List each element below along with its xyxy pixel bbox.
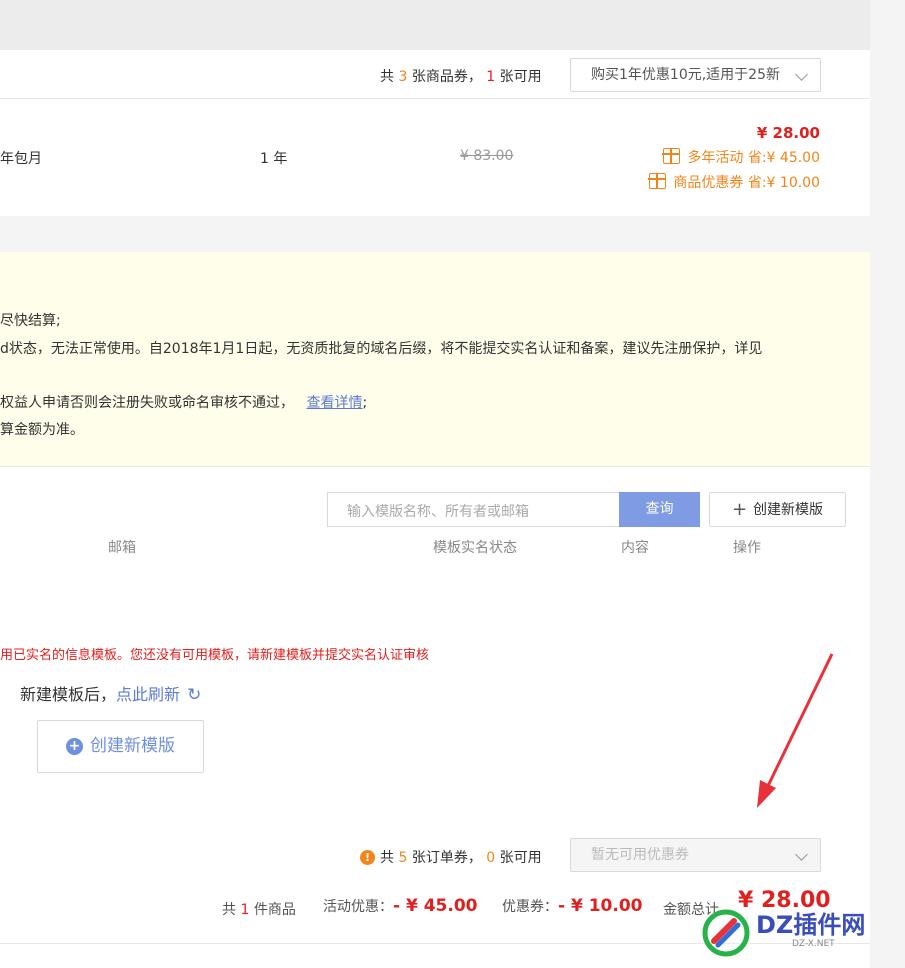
items-suffix: 件商品	[253, 902, 296, 918]
notice-line-3: 权益人申请否则会注册失败或命名审核不通过， 查看详情;	[0, 392, 367, 412]
coupon-mid: 张商品券，	[411, 69, 482, 85]
watermark-logo: DZ插件网 DZ-X.NET	[700, 903, 890, 963]
product-coupon-summary: 共 3 张商品券， 1 张可用	[380, 66, 542, 86]
plus-icon: +	[731, 499, 748, 520]
order-coupon-suffix: 张可用	[499, 850, 542, 866]
gift-icon	[662, 148, 681, 164]
coupon-discount: 商品优惠券 省:¥ 10.00	[648, 172, 820, 192]
view-details-link[interactable]: 查看详情	[306, 395, 362, 411]
coupon-value: - ¥ 10.00	[558, 896, 643, 916]
order-coupon-count: 5	[398, 850, 408, 866]
chevron-down-icon	[795, 68, 808, 81]
order-coupon-prefix: 共	[380, 850, 394, 866]
coupon-suffix: 张可用	[499, 69, 542, 85]
red-arrow-annotation	[757, 653, 834, 808]
product-original-price: ¥ 83.00	[460, 148, 514, 164]
coupon-label: 优惠券：	[502, 899, 558, 915]
watermark-icon	[702, 909, 750, 957]
warning-icon: !	[360, 850, 375, 865]
activity-discount: 多年活动 省:¥ 45.00	[662, 147, 820, 167]
create-template-button[interactable]: + 创建新模版	[709, 492, 846, 527]
template-search-input[interactable]: 输入模版名称、所有者或邮箱	[327, 492, 619, 527]
order-coupon-usable: 0	[486, 850, 496, 866]
activity-total: 活动优惠：- ¥ 45.00	[323, 896, 478, 916]
create-template-big-button[interactable]: + 创建新模版	[37, 720, 204, 773]
notice-line-3-text: 权益人申请否则会注册失败或命名审核不通过，	[0, 395, 294, 411]
coupon-count: 3	[398, 69, 408, 85]
order-coupon-mid: 张订单券，	[411, 850, 482, 866]
chevron-down-icon	[795, 848, 808, 861]
items-count: 共 1 件商品	[222, 899, 296, 919]
gift-icon	[648, 173, 667, 189]
order-coupon-select[interactable]: 暂无可用优惠券	[570, 838, 821, 872]
order-coupon-summary: ! 共 5 张订单券， 0 张可用	[360, 847, 542, 867]
items-count-number: 1	[240, 902, 250, 918]
watermark-sub: DZ-X.NET	[792, 939, 835, 949]
notice-line-4: 算金额为准。	[0, 422, 84, 438]
column-email: 邮箱	[108, 540, 136, 556]
section-gap	[0, 216, 870, 252]
activity-value: - ¥ 45.00	[393, 896, 478, 916]
search-placeholder: 输入模版名称、所有者或邮箱	[347, 504, 529, 520]
refresh-link[interactable]: 点此刷新	[116, 685, 180, 704]
plus-circle-icon: +	[66, 738, 83, 755]
product-coupon-select[interactable]: 购买1年优惠10元,适用于25新	[570, 58, 821, 92]
product-coupon-selected: 购买1年优惠10元,适用于25新	[591, 67, 780, 83]
coupon-total: 优惠券：- ¥ 10.00	[502, 896, 643, 916]
create-template-big-label: 创建新模版	[90, 736, 175, 756]
refresh-row: 新建模板后，点此刷新 ↻	[20, 681, 201, 705]
create-template-label: 创建新模版	[753, 502, 824, 518]
template-warning: 用已实名的信息模板。您还没有可用模板，请新建模板并提交实名认证审核	[0, 648, 430, 663]
coupon-prefix: 共	[380, 69, 394, 85]
notice-line-2: d状态，无法正常使用。自2018年1月1日起，无资质批复的域名后缀，将不能提交实…	[0, 341, 763, 357]
product-price: ¥ 28.00	[756, 124, 820, 142]
top-bar	[0, 0, 870, 50]
right-scroll-rail	[870, 0, 905, 968]
coupon-usable: 1	[486, 69, 496, 85]
refresh-prefix: 新建模板后，	[20, 685, 117, 704]
column-action: 操作	[733, 540, 761, 556]
query-button[interactable]: 查询	[619, 492, 700, 527]
divider	[0, 466, 870, 467]
notice-panel: 尽快结算; d状态，无法正常使用。自2018年1月1日起，无资质批复的域名后缀，…	[0, 252, 870, 466]
column-content: 内容	[621, 540, 649, 556]
watermark-brand: DZ插件网	[756, 911, 866, 939]
divider	[0, 98, 870, 99]
product-period: 1 年	[260, 151, 288, 167]
checkout-page: 共 3 张商品券， 1 张可用 购买1年优惠10元,适用于25新 年包月 1 年…	[0, 0, 870, 968]
items-prefix: 共	[222, 902, 236, 918]
activity-label: 活动优惠：	[323, 899, 393, 915]
notice-line-3-end: ;	[362, 395, 368, 411]
product-name: 年包月	[0, 151, 42, 167]
order-coupon-placeholder: 暂无可用优惠券	[591, 847, 689, 863]
column-status: 模板实名状态	[433, 540, 517, 556]
coupon-discount-text: 商品优惠券 省:¥ 10.00	[673, 175, 820, 191]
activity-discount-text: 多年活动 省:¥ 45.00	[687, 150, 820, 166]
refresh-icon[interactable]: ↻	[187, 685, 201, 705]
notice-line-1: 尽快结算;	[0, 313, 61, 329]
